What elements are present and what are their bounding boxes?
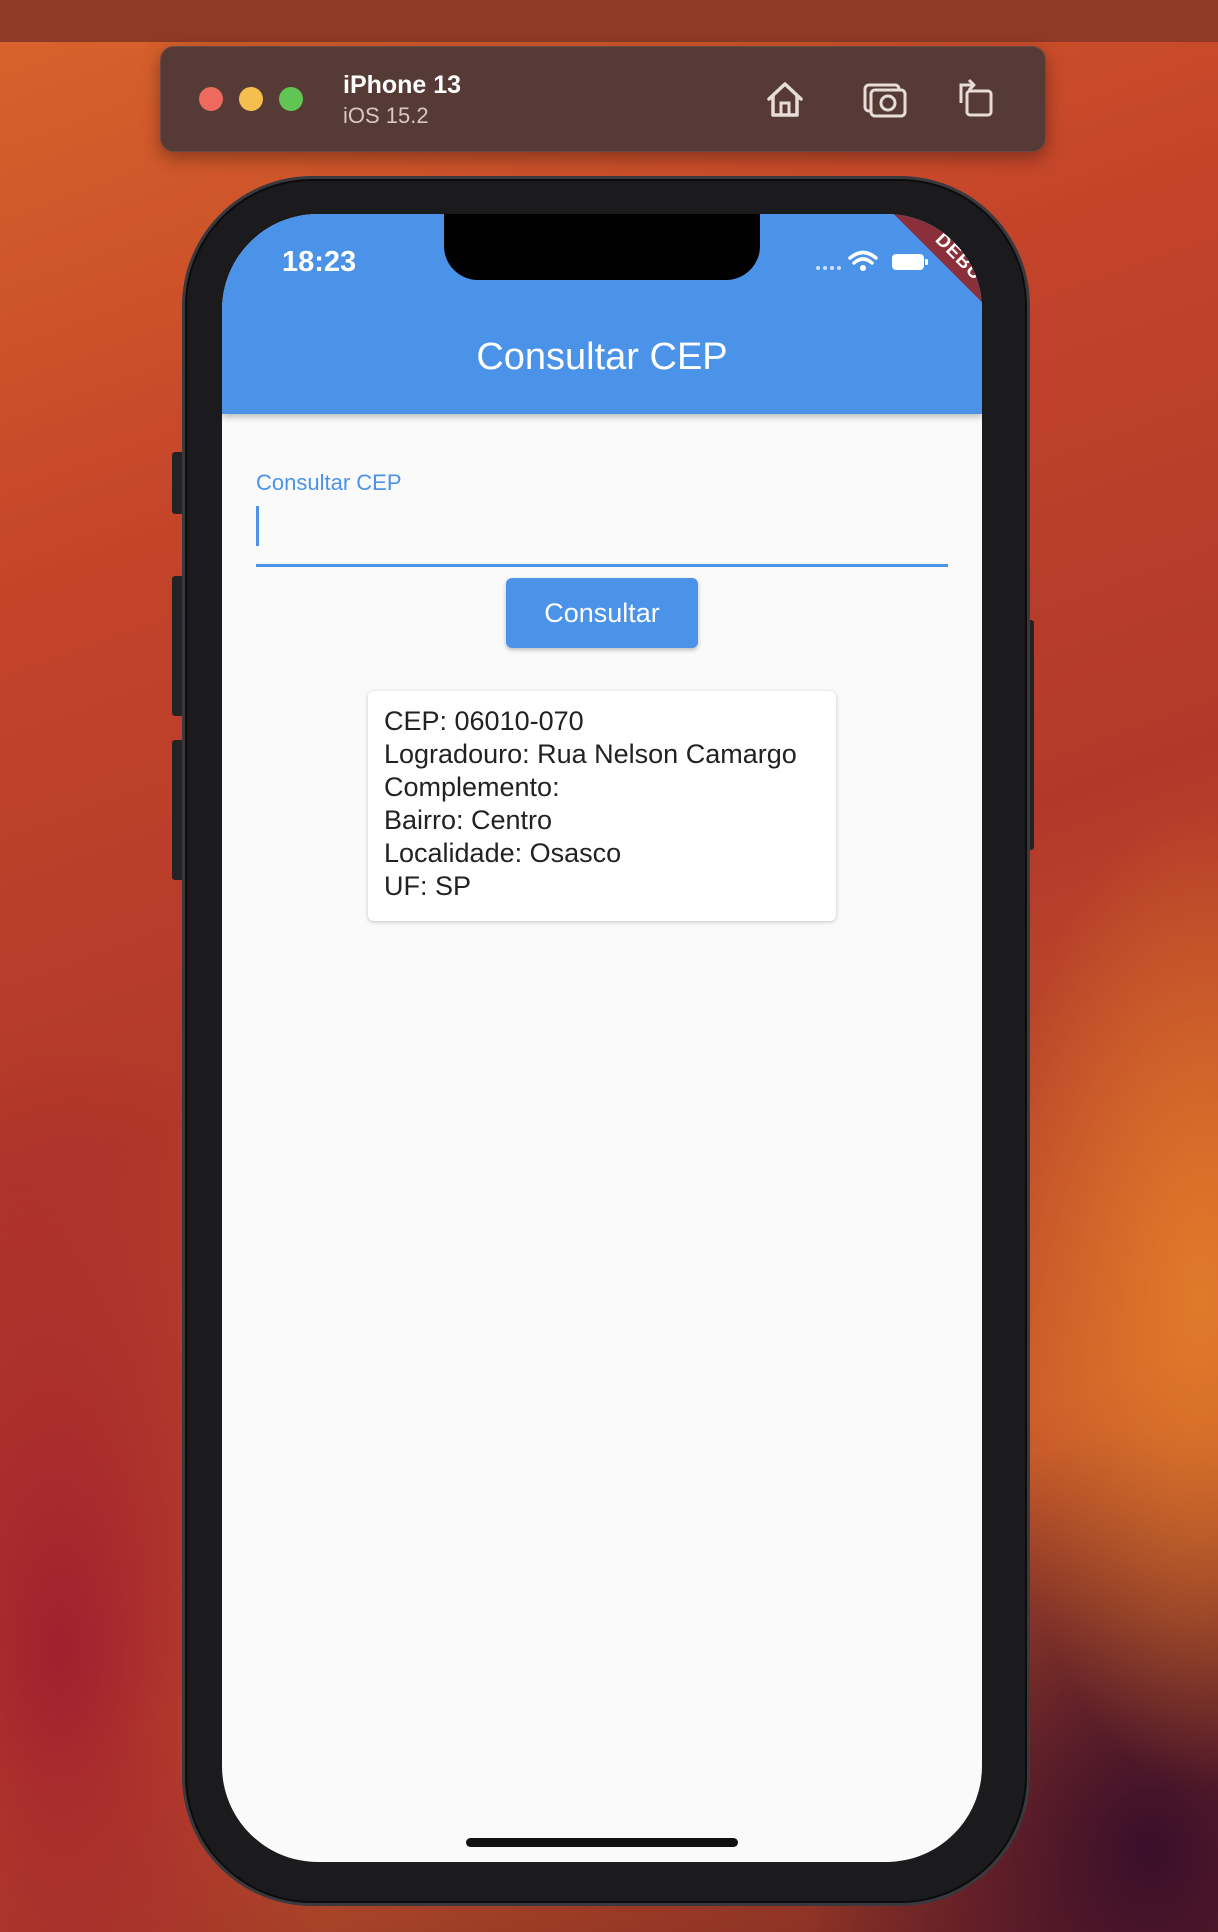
screenshot-icon[interactable]	[857, 71, 913, 127]
home-icon[interactable]	[757, 71, 813, 127]
wifi-icon	[848, 250, 878, 271]
cep-field-label: Consultar CEP	[256, 470, 402, 495]
status-time: 18:23	[282, 246, 357, 278]
rotate-icon[interactable]	[947, 71, 1003, 127]
cep-input-underline	[256, 564, 948, 567]
desktop-menubar	[0, 0, 1218, 42]
status-icons	[816, 250, 928, 271]
home-indicator[interactable]	[466, 1838, 738, 1847]
result-card: CEP: 06010-070 Logradouro: Rua Nelson Ca…	[368, 691, 836, 921]
result-uf: UF: SP	[384, 871, 472, 901]
simulator-toolbar: iPhone 13 iOS 15.2	[160, 46, 1046, 152]
app-bar: 18:23 Consultar CEP DEBUG	[222, 214, 982, 414]
cep-input[interactable]	[256, 500, 946, 552]
device-name: iPhone 13	[343, 71, 462, 99]
cellular-signal-icon	[816, 266, 841, 270]
result-logradouro: Logradouro: Rua Nelson Camargo	[384, 739, 797, 769]
zoom-window-button[interactable]	[279, 87, 303, 111]
result-cep: CEP: 06010-070	[384, 706, 584, 736]
phone-screen: 18:23 Consultar CEP DEBUG Consultar CEP …	[222, 214, 982, 1862]
app-title: Consultar CEP	[476, 336, 728, 378]
minimize-window-button[interactable]	[239, 87, 263, 111]
result-complemento: Complemento:	[384, 772, 560, 802]
result-bairro: Bairro: Centro	[384, 805, 553, 835]
debug-banner: DEBUG	[882, 214, 982, 345]
os-version: iOS 15.2	[343, 103, 429, 128]
consultar-button[interactable]: Consultar	[506, 578, 698, 648]
notch	[444, 214, 760, 280]
battery-icon	[892, 254, 928, 270]
close-window-button[interactable]	[199, 87, 223, 111]
result-localidade: Localidade: Osasco	[384, 838, 622, 868]
